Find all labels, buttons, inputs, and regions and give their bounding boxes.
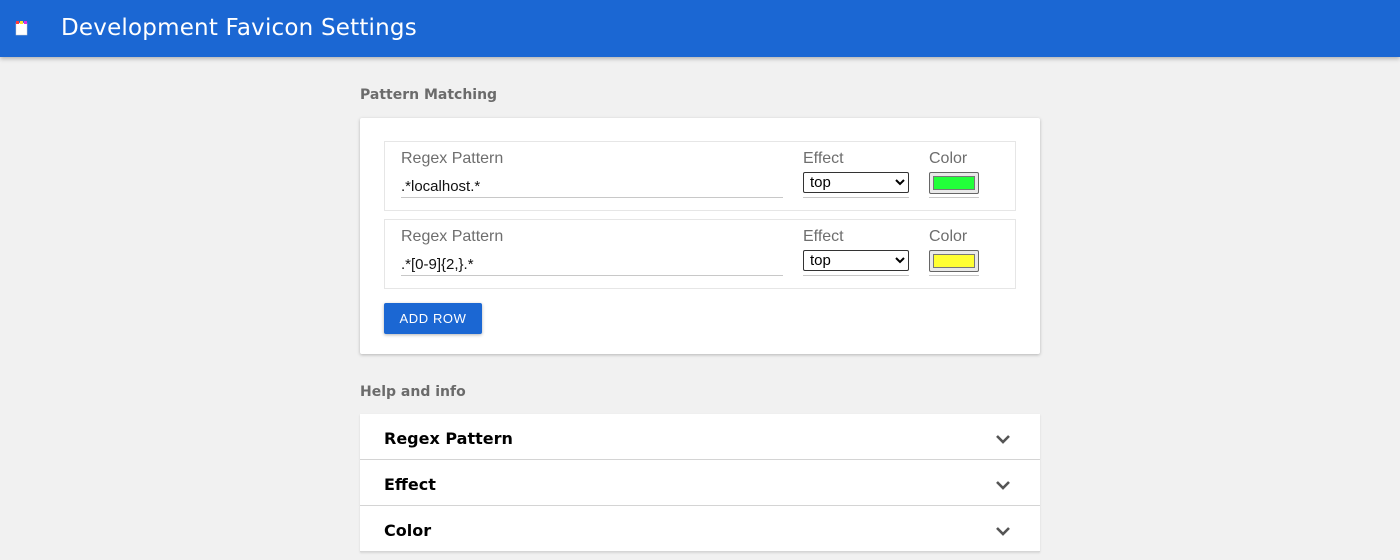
regex-pattern-input[interactable] (401, 175, 783, 198)
color-field (929, 172, 979, 198)
regex-pattern-input[interactable] (401, 253, 783, 276)
favicon-icon (15, 21, 28, 36)
help-heading: Help and info (360, 384, 466, 400)
color-swatch-fill (933, 176, 975, 190)
color-label: Color (929, 228, 968, 245)
effect-field: top (803, 172, 909, 198)
regex-pattern-label: Regex Pattern (401, 150, 504, 167)
effect-label: Effect (803, 150, 844, 167)
color-picker[interactable] (929, 250, 979, 272)
chevron-down-icon[interactable] (994, 432, 1012, 446)
app-title: Development Favicon Settings (61, 15, 417, 41)
color-field (929, 250, 979, 276)
help-item-label: Effect (384, 475, 436, 494)
help-item-effect[interactable]: Effect (360, 460, 1040, 506)
chevron-down-icon[interactable] (994, 478, 1012, 492)
pattern-matching-card: Regex Pattern Effect top Color Regex Pat… (360, 118, 1040, 354)
pattern-row: Regex Pattern Effect top Color (384, 141, 1016, 211)
pattern-row: Regex Pattern Effect top Color (384, 219, 1016, 289)
help-item-color[interactable]: Color (360, 506, 1040, 552)
add-row-button[interactable]: ADD ROW (384, 303, 482, 334)
chevron-down-icon[interactable] (994, 524, 1012, 538)
help-item-regex-pattern[interactable]: Regex Pattern (360, 414, 1040, 460)
help-item-label: Color (384, 521, 432, 540)
effect-select[interactable]: top (803, 250, 909, 271)
help-accordion: Regex Pattern Effect Color (360, 414, 1040, 552)
effect-field: top (803, 250, 909, 276)
color-label: Color (929, 150, 968, 167)
effect-select[interactable]: top (803, 172, 909, 193)
color-swatch-fill (933, 254, 975, 268)
help-item-label: Regex Pattern (384, 429, 513, 448)
effect-label: Effect (803, 228, 844, 245)
pattern-matching-heading: Pattern Matching (360, 87, 498, 103)
color-picker[interactable] (929, 172, 979, 194)
regex-pattern-label: Regex Pattern (401, 228, 504, 245)
app-bar: Development Favicon Settings (0, 0, 1400, 57)
